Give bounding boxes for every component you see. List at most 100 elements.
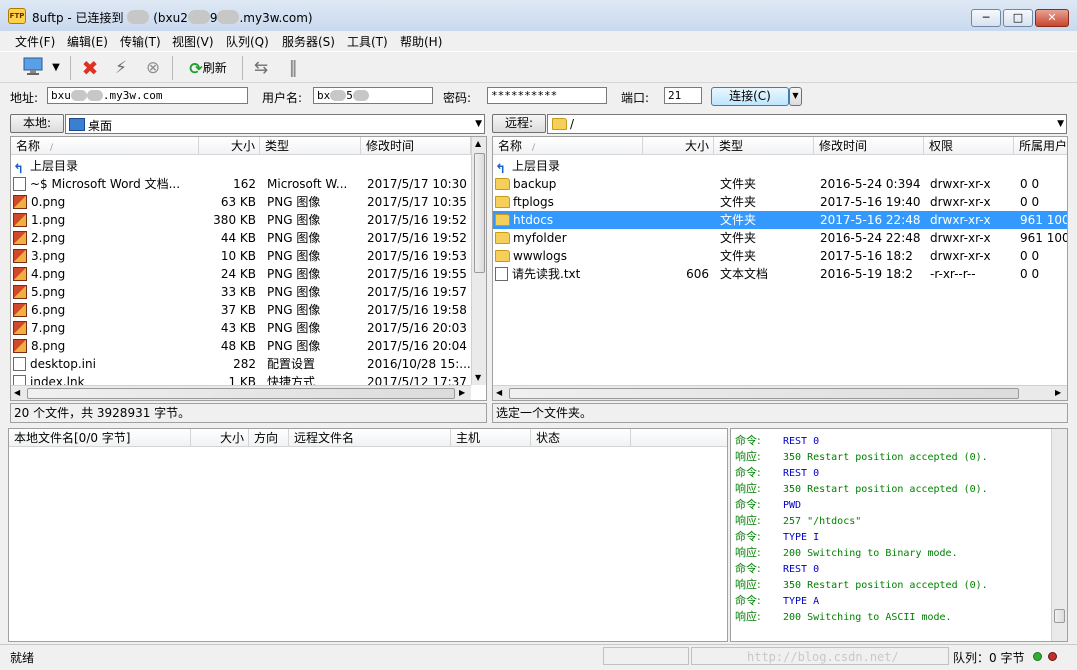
queue-col-host[interactable]: 主机 bbox=[451, 429, 531, 447]
menu-file[interactable]: 文件(F) bbox=[15, 33, 55, 50]
table-row[interactable]: htdocs 文件夹 2017-5-16 22:48 drwxr-xr-x 961 10… bbox=[493, 211, 1067, 229]
menu-server[interactable]: 服务器(S) bbox=[282, 33, 335, 50]
remote-col-name[interactable]: 名称 / bbox=[493, 137, 643, 155]
maximize-button[interactable]: □ bbox=[1003, 9, 1033, 27]
close-button[interactable]: ✕ bbox=[1035, 9, 1069, 27]
table-row[interactable]: backup 文件夹 2016-5-24 0:394 drwxr-xr-x 0 0 bbox=[493, 175, 1067, 193]
local-col-mtime[interactable]: 修改时间 bbox=[361, 137, 471, 155]
remote-col-mtime[interactable]: 修改时间 bbox=[814, 137, 924, 155]
file-type: 文件夹 bbox=[720, 231, 757, 245]
table-row[interactable]: 3.png 10 KB PNG 图像 2017/5/16 19:53 bbox=[11, 247, 471, 265]
scroll-down-icon[interactable]: ▼ bbox=[475, 373, 481, 382]
file-owner: 961 100 bbox=[1020, 231, 1068, 245]
local-vscroll[interactable]: ▲ ▼ bbox=[471, 137, 486, 385]
remote-col-type[interactable]: 类型 bbox=[714, 137, 814, 155]
log-line: 命令: REST 0 bbox=[731, 465, 1049, 481]
image-file-icon bbox=[13, 285, 27, 299]
scroll-left-icon[interactable]: ◀ bbox=[14, 388, 20, 397]
menu-queue[interactable]: 队列(Q) bbox=[226, 33, 269, 50]
remote-col-size[interactable]: 大小 bbox=[643, 137, 714, 155]
minimize-button[interactable]: ─ bbox=[971, 9, 1001, 27]
table-row[interactable]: ftplogs 文件夹 2017-5-16 19:40 drwxr-xr-x 0 0 bbox=[493, 193, 1067, 211]
dropdown-arrow-icon[interactable]: ▼ bbox=[48, 56, 64, 80]
local-hscroll[interactable]: ◀ ▶ bbox=[11, 385, 471, 400]
local-vscroll-thumb[interactable] bbox=[474, 153, 485, 273]
remote-file-name: ftplogs bbox=[495, 193, 643, 211]
local-col-type[interactable]: 类型 bbox=[260, 137, 361, 155]
table-row[interactable]: 0.png 63 KB PNG 图像 2017/5/17 10:35 bbox=[11, 193, 471, 211]
local-col-size[interactable]: 大小 bbox=[199, 137, 260, 155]
password-input[interactable]: ********** bbox=[487, 87, 607, 104]
file-type bbox=[720, 157, 814, 175]
table-row[interactable]: 7.png 43 KB PNG 图像 2017/5/16 20:03 bbox=[11, 319, 471, 337]
remote-col-owner[interactable]: 所属用户 bbox=[1014, 137, 1067, 155]
queue-col-status[interactable]: 状态 bbox=[531, 429, 631, 447]
port-input[interactable]: 21 bbox=[664, 87, 702, 104]
table-row[interactable]: 5.png 33 KB PNG 图像 2017/5/16 19:57 bbox=[11, 283, 471, 301]
log-text: 350 Restart position accepted (0). bbox=[783, 580, 988, 591]
table-row[interactable]: wwwlogs 文件夹 2017-5-16 18:2 drwxr-xr-x 0 0 bbox=[493, 247, 1067, 265]
table-row[interactable]: ↰ 上层目录 bbox=[11, 157, 471, 175]
log-kind: 命令: bbox=[735, 594, 761, 607]
toolbar-separator bbox=[172, 56, 173, 80]
local-path-combo[interactable]: 桌面 ▼ bbox=[65, 114, 485, 134]
remote-col-perm[interactable]: 权限 bbox=[924, 137, 1014, 155]
table-row[interactable]: 1.png 380 KB PNG 图像 2017/5/16 19:52 bbox=[11, 211, 471, 229]
menu-view[interactable]: 视图(V) bbox=[172, 33, 214, 50]
status-segment: http://blog.csdn.net/ bbox=[691, 647, 949, 665]
menu-help[interactable]: 帮助(H) bbox=[400, 33, 442, 50]
monitor-icon[interactable] bbox=[20, 56, 46, 80]
file-mtime: 2016-5-24 22:48 bbox=[820, 231, 921, 245]
local-hscroll-thumb[interactable] bbox=[27, 388, 455, 399]
chevron-down-icon[interactable]: ▼ bbox=[475, 115, 482, 133]
window-title: 8uftp - 已连接到 (bxu2 9 .my3w.com) bbox=[32, 10, 313, 25]
local-label: 本地: bbox=[10, 114, 64, 133]
remote-path-combo[interactable]: / ▼ bbox=[547, 114, 1067, 134]
chevron-down-icon[interactable]: ▼ bbox=[1057, 115, 1064, 133]
file-name-text: htdocs bbox=[513, 213, 554, 227]
scroll-right-icon[interactable]: ▶ bbox=[1055, 388, 1061, 397]
table-row[interactable]: desktop.ini 282 配置设置 2016/10/28 15:... bbox=[11, 355, 471, 373]
local-col-name[interactable]: 名称 / bbox=[11, 137, 199, 155]
remote-hscroll[interactable]: ◀ ▶ bbox=[493, 385, 1067, 400]
table-row[interactable]: 6.png 37 KB PNG 图像 2017/5/16 19:58 bbox=[11, 301, 471, 319]
log-vscroll[interactable] bbox=[1051, 429, 1067, 641]
remote-list-header: 名称 / 大小 类型 修改时间 权限 所属用户 bbox=[493, 137, 1067, 155]
stop-icon[interactable]: ⊗ bbox=[140, 56, 166, 80]
address-input[interactable]: bxu .my3w.com bbox=[47, 87, 248, 104]
queue-col-size[interactable]: 大小 bbox=[191, 429, 249, 447]
refresh-button[interactable]: ⟳刷新 bbox=[180, 56, 236, 80]
folder-icon bbox=[552, 118, 567, 130]
table-row[interactable]: ~$ Microsoft Word 文档... 162 Microsoft W...… bbox=[11, 175, 471, 193]
file-name-text: ~$ Microsoft Word 文档... bbox=[30, 177, 181, 191]
image-file-icon bbox=[13, 249, 27, 263]
lightning-icon[interactable]: ⚡ bbox=[108, 56, 134, 80]
log-vscroll-thumb[interactable] bbox=[1054, 609, 1065, 623]
file-size: 33 KB bbox=[220, 285, 256, 299]
file-size: 43 KB bbox=[220, 321, 256, 335]
menu-tools[interactable]: 工具(T) bbox=[347, 33, 388, 50]
queue-col-localname[interactable]: 本地文件名[0/0 字节] bbox=[9, 429, 191, 447]
queue-col-direction[interactable]: 方向 bbox=[249, 429, 289, 447]
table-row[interactable]: 请先读我.txt 606 文本文档 2016-5-19 18:2 -r-xr--r-- 0… bbox=[493, 265, 1067, 283]
address-label: 地址: bbox=[10, 91, 39, 105]
disconnect-x-icon[interactable]: ✖ bbox=[77, 56, 103, 80]
menu-edit[interactable]: 编辑(E) bbox=[67, 33, 108, 50]
username-input[interactable]: bx 5 bbox=[313, 87, 433, 104]
connect-button[interactable]: 连接(C) bbox=[711, 87, 789, 106]
menu-transfer[interactable]: 传输(T) bbox=[120, 33, 161, 50]
table-row[interactable]: 8.png 48 KB PNG 图像 2017/5/16 20:04 bbox=[11, 337, 471, 355]
queue-col-remotename[interactable]: 远程文件名 bbox=[289, 429, 451, 447]
transfer-icon[interactable]: ⇆ bbox=[248, 56, 274, 80]
scroll-up-icon[interactable]: ▲ bbox=[475, 139, 481, 148]
connect-dropdown-icon[interactable]: ▼ bbox=[789, 87, 802, 106]
username-label: 用户名: bbox=[262, 91, 303, 105]
table-row[interactable]: myfolder 文件夹 2016-5-24 22:48 drwxr-xr-x 961 … bbox=[493, 229, 1068, 247]
table-row[interactable]: ↰ 上层目录 bbox=[493, 157, 1067, 175]
remote-hscroll-thumb[interactable] bbox=[509, 388, 1019, 399]
pause-icon[interactable]: ‖ bbox=[280, 56, 306, 80]
scroll-left-icon[interactable]: ◀ bbox=[496, 388, 502, 397]
scroll-right-icon[interactable]: ▶ bbox=[459, 388, 465, 397]
table-row[interactable]: 2.png 44 KB PNG 图像 2017/5/16 19:52 bbox=[11, 229, 471, 247]
table-row[interactable]: 4.png 24 KB PNG 图像 2017/5/16 19:55 bbox=[11, 265, 471, 283]
